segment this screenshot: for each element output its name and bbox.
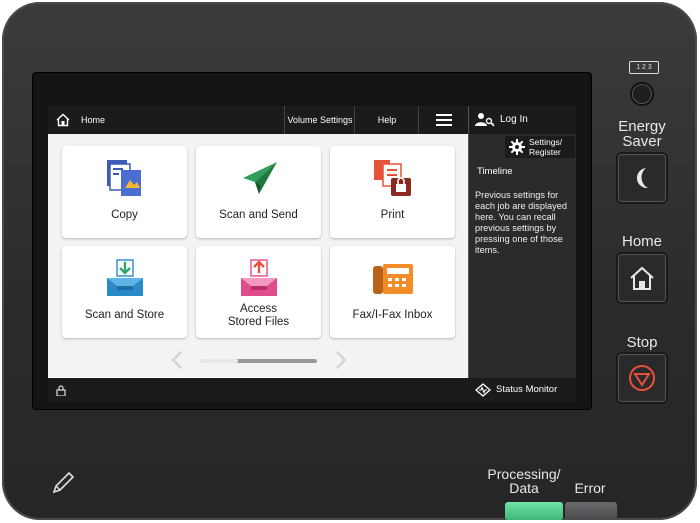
page-scroll-track[interactable]	[200, 359, 317, 363]
status-monitor-button[interactable]: Status Monitor	[468, 378, 576, 402]
error-led	[565, 502, 617, 520]
login-button[interactable]: Log In	[469, 106, 576, 134]
stop-button[interactable]	[618, 354, 666, 402]
access-stored-files-tile[interactable]: Access Stored Files	[196, 246, 321, 338]
function-grid: Copy Scan and Send Print Scan and Store …	[48, 134, 468, 377]
status-monitor-label: Status Monitor	[496, 384, 558, 395]
scan-and-store-tile[interactable]: Scan and Store	[62, 246, 187, 338]
login-label: Log In	[500, 114, 528, 125]
settings-register-label: Settings/ Register	[529, 137, 562, 157]
processing-data-label: Processing/ Data	[484, 467, 564, 495]
scan-and-store-label: Scan and Store	[84, 309, 165, 321]
copy-label: Copy	[111, 209, 138, 221]
chevron-left-icon[interactable]	[170, 351, 184, 369]
print-icon	[374, 160, 411, 196]
moon-icon	[636, 168, 648, 189]
counter-key-button[interactable]	[632, 84, 652, 104]
copy-tile[interactable]: Copy	[62, 146, 187, 238]
page-indicator	[48, 350, 468, 374]
user-key-icon	[475, 113, 495, 127]
fax-inbox-tile[interactable]: Fax/I-Fax Inbox	[330, 246, 455, 338]
access-stored-files-line-1: Access	[239, 303, 278, 315]
error-label: Error	[574, 480, 606, 496]
counter-label: 1 2 3	[636, 64, 652, 71]
home-hardware-button[interactable]	[618, 254, 666, 302]
menu-button[interactable]	[418, 106, 469, 134]
hamburger-menu-icon	[436, 114, 452, 126]
touch-screen: Home Volume Settings Help Copy Scan and …	[48, 106, 576, 402]
status-monitor-icon	[475, 383, 491, 397]
access-stored-files-icon	[241, 259, 277, 296]
bottom-bar	[48, 378, 468, 402]
print-tile[interactable]: Print	[330, 146, 455, 238]
pencil-icon[interactable]	[50, 470, 76, 496]
home-key-label: Home	[621, 233, 662, 250]
help-button[interactable]: Help	[354, 106, 419, 134]
gear-icon	[509, 139, 525, 155]
energy-saver-button[interactable]	[618, 154, 666, 202]
processing-line-2: Data	[509, 480, 539, 496]
volume-settings-label: Volume Settings	[287, 115, 353, 125]
lock-icon[interactable]	[56, 385, 66, 396]
timeline-title: Timeline	[477, 166, 513, 177]
home-icon[interactable]	[56, 113, 70, 127]
access-stored-files-label: Access Stored Files	[196, 303, 321, 329]
energy-saver-label: Energy Saver	[612, 119, 672, 149]
home-icon	[630, 266, 654, 290]
stop-icon	[629, 365, 655, 391]
help-label: Help	[377, 115, 397, 125]
right-panel: Log In Settings/ Register Timeline Previ…	[468, 106, 576, 402]
counter-check-key[interactable]: 1 2 3	[629, 61, 659, 74]
copy-icon	[107, 160, 141, 196]
energy-saver-line-2: Saver	[622, 133, 662, 150]
page-scroll-thumb[interactable]	[200, 359, 238, 363]
top-bar: Home Volume Settings Help	[48, 106, 468, 134]
settings-label-line-2: Register	[529, 147, 561, 157]
fax-icon	[373, 264, 413, 294]
scan-and-send-label: Scan and Send	[219, 209, 298, 221]
chevron-right-icon[interactable]	[334, 351, 348, 369]
fax-inbox-label: Fax/I-Fax Inbox	[352, 309, 433, 321]
scan-and-store-icon	[107, 259, 143, 296]
home-label[interactable]: Home	[81, 106, 105, 134]
volume-settings-button[interactable]: Volume Settings	[284, 106, 355, 134]
print-label: Print	[380, 209, 405, 221]
printer-control-panel: Home Volume Settings Help Copy Scan and …	[2, 2, 697, 520]
stop-key-label: Stop	[626, 334, 658, 351]
scan-and-send-tile[interactable]: Scan and Send	[196, 146, 321, 238]
access-stored-files-line-2: Stored Files	[227, 316, 290, 328]
processing-led	[505, 502, 563, 520]
settings-register-button[interactable]: Settings/ Register	[505, 136, 575, 158]
settings-label-line-1: Settings/	[529, 137, 563, 147]
timeline-description: Previous settings for each job are displ…	[475, 190, 567, 255]
paper-plane-icon	[243, 162, 277, 194]
